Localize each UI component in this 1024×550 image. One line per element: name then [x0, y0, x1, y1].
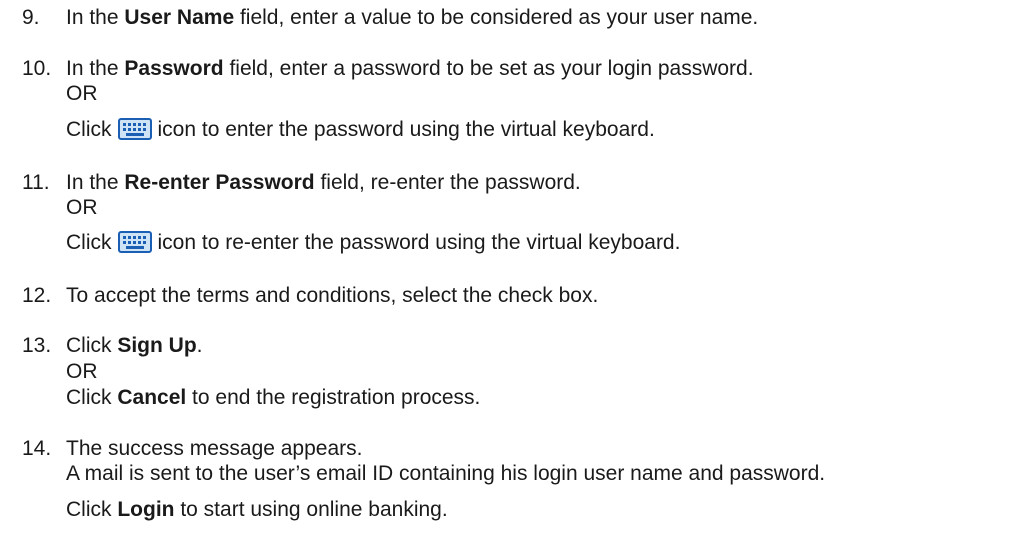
step-14-number: 14. [22, 437, 52, 460]
step-12-number: 12. [22, 284, 52, 307]
cancel-label: Cancel [117, 386, 187, 409]
step-10-alt-text: Click icon to enter the password using th… [66, 118, 655, 146]
step-13-alt-text: Click Cancel to end the registration pro… [66, 386, 481, 409]
step-14-text: The success message appears. [66, 437, 363, 460]
step-14-mail-text: A mail is sent to the user’s email ID co… [66, 462, 826, 485]
step-10-or: OR [66, 82, 98, 105]
step-11-text: In the Re-enter Password field, re-enter… [66, 171, 581, 194]
step-11-or: OR [66, 196, 98, 219]
step-12-text: To accept the terms and conditions, sele… [66, 284, 599, 307]
virtual-keyboard-icon [117, 118, 152, 146]
step-10-text: In the Password field, enter a password … [66, 57, 754, 80]
user-name-field-label: User Name [124, 6, 235, 29]
step-13-number: 13. [22, 334, 52, 357]
step-13-text: Click Sign Up. [66, 334, 203, 357]
login-label: Login [117, 498, 175, 521]
step-11-number: 11. [22, 171, 50, 194]
sign-up-label: Sign Up [117, 334, 197, 357]
password-field-label: Password [124, 57, 224, 80]
step-14-login-text: Click Login to start using online bankin… [66, 498, 448, 521]
step-9-text: In the User Name field, enter a value to… [66, 6, 759, 29]
step-9-number: 9. [22, 6, 40, 29]
virtual-keyboard-icon [117, 231, 152, 259]
re-enter-password-field-label: Re-enter Password [124, 171, 315, 194]
step-10-number: 10. [22, 57, 52, 80]
step-11-alt-text: Click icon to re-enter the password using… [66, 231, 680, 259]
step-13-or: OR [66, 360, 98, 383]
